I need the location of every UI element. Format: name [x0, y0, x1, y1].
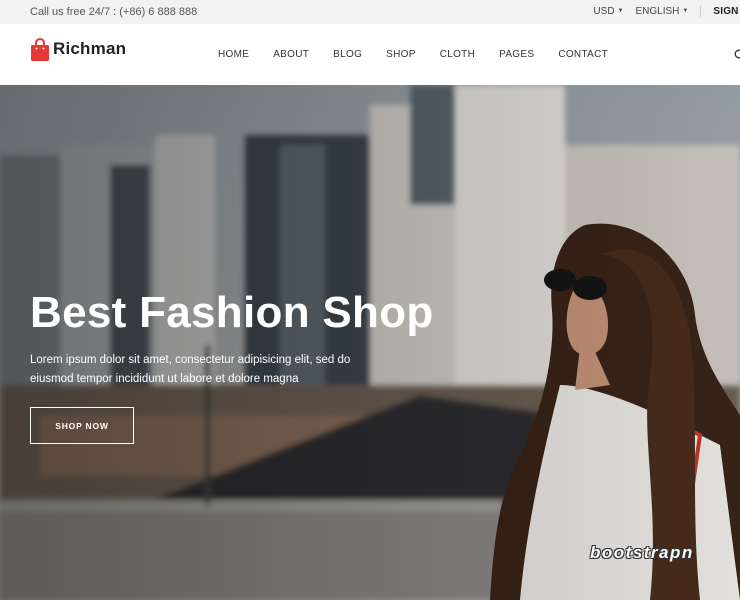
- nav-blog[interactable]: BLOG: [333, 49, 362, 60]
- nav-home[interactable]: HOME: [218, 49, 249, 60]
- hero-description: Lorem ipsum dolor sit amet, consectetur …: [30, 354, 351, 385]
- language-label: ENGLISH: [635, 6, 680, 17]
- logo-text: Richman: [53, 39, 127, 58]
- hero-banner: Best Fashion Shop Lorem ipsum dolor sit …: [0, 85, 740, 600]
- hero-background-image: [0, 85, 740, 600]
- logo[interactable]: Richman: [30, 38, 127, 61]
- top-bar-right: USD▼ ENGLISH▼ SIGN IN: [593, 6, 740, 17]
- sign-in-link[interactable]: SIGN IN: [713, 6, 740, 17]
- shop-now-button[interactable]: SHOP NOW: [30, 407, 134, 444]
- nav-contact[interactable]: CONTACT: [558, 49, 608, 60]
- hero-title: Best Fashion Shop: [30, 288, 434, 337]
- top-bar: Call us free 24/7 : (+86) 6 888 888 USD ▼…: [0, 0, 740, 24]
- watermark-text: bootstrapn: [590, 543, 694, 562]
- divider: [700, 6, 702, 17]
- main-header: Richman HOME ABOUT BLOG SHOP CLOTH PAGES…: [0, 24, 740, 85]
- currency-label: USD: [593, 6, 615, 17]
- shopping-bag-icon: [30, 38, 50, 61]
- currency-select[interactable]: USD ▼: [593, 6, 623, 17]
- nav-pages[interactable]: PAGES: [499, 49, 534, 60]
- nav-about[interactable]: ABOUT: [273, 49, 309, 60]
- main-nav: HOME ABOUT BLOG SHOP CLOTH PAGES CONTACT: [218, 49, 632, 60]
- caret-down-icon: ▼: [682, 8, 689, 14]
- contact-phone: Call us free 24/7 : (+86) 6 888 888: [30, 6, 198, 18]
- search-icon[interactable]: [734, 48, 740, 60]
- nav-cloth[interactable]: CLOTH: [440, 49, 475, 60]
- language-select[interactable]: ENGLISH ▼: [636, 6, 689, 17]
- nav-shop[interactable]: SHOP: [386, 49, 416, 60]
- caret-down-icon: ▼: [617, 8, 624, 14]
